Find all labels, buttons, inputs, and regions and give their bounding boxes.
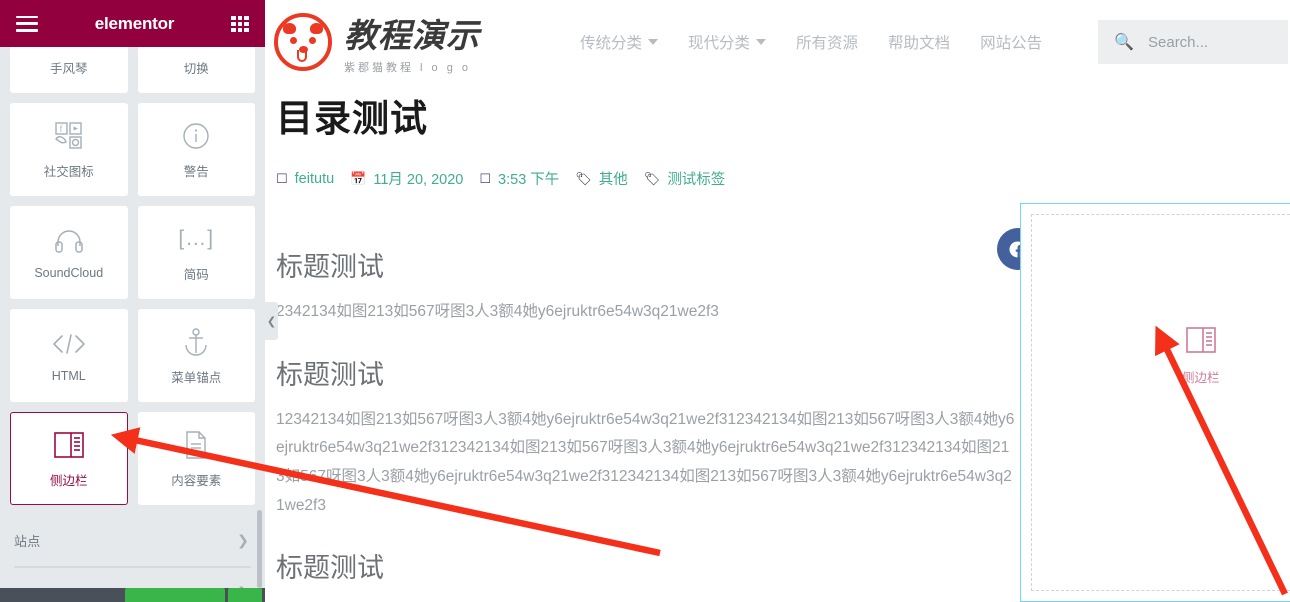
site-preview-frame: 教程演示 紫郡猫教程 l o g o 传统分类 现代分类 所有资源 帮助文档 网…: [270, 0, 1290, 602]
widget-label: 菜单锚点: [171, 370, 222, 385]
panel-scrollbar[interactable]: [257, 510, 262, 588]
panel-collapse-toggle[interactable]: ❮: [265, 302, 278, 340]
meta-tag-value: 测试标签: [667, 172, 726, 188]
widget-card-accordion[interactable]: 手风琴: [10, 47, 128, 93]
nav-item-3[interactable]: 帮助文档: [888, 31, 950, 53]
meta-time-value: 3:53 下午: [498, 172, 560, 188]
meta-date: 📅 11月 20, 2020: [350, 168, 463, 189]
search-icon: 🔍: [1114, 34, 1134, 51]
widget-label: 内容要素: [171, 473, 222, 488]
category-label: 站点: [14, 534, 41, 549]
tag-icon: 🏷: [575, 170, 592, 186]
category-row-site[interactable]: 站点 ❯: [0, 515, 265, 566]
sidebar-icon: [53, 429, 84, 461]
site-header: 教程演示 紫郡猫教程 l o g o 传统分类 现代分类 所有资源 帮助文档 网…: [270, 0, 1290, 84]
meta-author[interactable]: ☐ feitutu: [276, 171, 334, 187]
panel-footer-bar: [0, 588, 265, 602]
widget-card-sidebar[interactable]: 侧边栏: [10, 412, 128, 505]
widgets-grid-icon[interactable]: [231, 15, 249, 32]
widget-label: 社交图标: [43, 164, 94, 179]
nav-item-4[interactable]: 网站公告: [980, 31, 1042, 53]
category-row-wordpress[interactable]: WORDPRESS ❯: [0, 568, 265, 588]
drag-ghost-label: 侧边栏: [1182, 371, 1220, 385]
user-icon: ☐: [276, 170, 288, 186]
publish-options-button[interactable]: [228, 588, 262, 602]
site-brand[interactable]: 教程演示 紫郡猫教程 l o g o: [274, 9, 480, 75]
site-subtitle: 紫郡猫教程 l o g o: [344, 62, 472, 74]
drag-ghost-sidebar-widget: 侧边栏: [1182, 327, 1220, 386]
panda-logo-icon: [274, 13, 332, 71]
nav-item-2[interactable]: 所有资源: [796, 31, 858, 53]
chevron-left-icon: ❮: [266, 315, 277, 328]
drop-placeholder-area[interactable]: 侧边栏: [1031, 214, 1290, 591]
widget-label: SoundCloud: [34, 266, 104, 280]
alert-icon: [182, 120, 210, 152]
panel-categories: 站点 ❯ WORDPRESS ❯: [0, 515, 265, 588]
widget-label: HTML: [51, 369, 86, 383]
calendar-icon: 📅: [350, 170, 367, 186]
nav-label-4: 网站公告: [980, 35, 1043, 52]
widget-card-html[interactable]: HTML: [10, 309, 128, 402]
meta-time: ☐ 3:53 下午: [479, 168, 559, 189]
meta-tag[interactable]: 🏷 测试标签: [644, 168, 726, 189]
widget-label: 侧边栏: [49, 473, 88, 488]
chevron-down-icon: [648, 39, 659, 45]
nav-label-1: 现代分类: [688, 35, 751, 52]
meta-date-value: 11月 20, 2020: [373, 172, 464, 188]
search-box[interactable]: 🔍 Search...: [1098, 20, 1289, 64]
widget-card-content-element[interactable]: 内容要素: [137, 412, 255, 505]
widget-label: 简码: [183, 267, 209, 282]
publish-button[interactable]: [125, 588, 225, 602]
widgets-scroll-area[interactable]: 手风琴 切换 f 社交图标 警告 SoundCloud […] 简码 HTML …: [0, 47, 265, 588]
section-body-1: 12342134如图213如567呀图3人3额4她y6ejruktr6e54w3…: [276, 410, 1015, 514]
elementor-panel: elementor 手风琴 切换 f 社交图标 警告 SoundCloud [……: [0, 0, 265, 602]
widget-card-toggle[interactable]: 切换: [137, 47, 255, 93]
widget-label: 警告: [183, 164, 209, 179]
widget-card-social-icons[interactable]: f 社交图标: [10, 103, 128, 196]
widget-card-alert[interactable]: 警告: [137, 103, 255, 196]
meta-category[interactable]: 🏷 其他: [575, 168, 628, 189]
code-icon: [52, 328, 86, 360]
nav-label-2: 所有资源: [796, 35, 859, 52]
page-title: 目录测试: [276, 98, 428, 139]
headphones-icon: [54, 225, 84, 257]
site-title: 教程演示: [344, 17, 480, 54]
nav-label-0: 传统分类: [580, 35, 643, 52]
document-icon: [184, 429, 208, 461]
widget-card-menu-anchor[interactable]: 菜单锚点: [137, 309, 255, 402]
elementor-editor-screen: 教程演示 紫郡猫教程 l o g o 传统分类 现代分类 所有资源 帮助文档 网…: [0, 0, 1290, 602]
toggle-icon: [181, 47, 211, 49]
meta-author-value: feitutu: [294, 170, 335, 187]
post-meta: ☐ feitutu 📅 11月 20, 2020 ☐ 3:53 下午 🏷 其他 …: [276, 168, 1290, 189]
svg-text:f: f: [59, 123, 62, 133]
chevron-right-icon: ❯: [237, 532, 249, 548]
shortcode-icon: […]: [178, 226, 215, 250]
elementor-logo-text: elementor: [94, 13, 175, 33]
nav-label-3: 帮助文档: [888, 35, 951, 52]
section-body-0: 2342134如图213如567呀图3人3额4她y6ejruktr6e54w3q…: [276, 303, 719, 320]
widget-card-soundcloud[interactable]: SoundCloud: [10, 206, 128, 299]
widgets-grid: 手风琴 切换 f 社交图标 警告 SoundCloud […] 简码 HTML …: [0, 47, 265, 505]
meta-category-value: 其他: [598, 172, 628, 188]
site-nav: 传统分类 现代分类 所有资源 帮助文档 网站公告 🔍 Search...: [580, 20, 1289, 64]
accordion-icon: [54, 47, 84, 49]
hamburger-icon[interactable]: [16, 15, 38, 32]
chevron-down-icon: [756, 39, 767, 45]
clock-icon: ☐: [479, 170, 492, 186]
widget-label: 切换: [183, 61, 209, 76]
sidebar-drop-column[interactable]: 侧边栏: [1020, 203, 1290, 602]
search-placeholder: Search...: [1148, 33, 1209, 51]
nav-item-1[interactable]: 现代分类: [688, 31, 767, 53]
widget-card-shortcode[interactable]: […] 简码: [137, 206, 255, 299]
tag-icon: 🏷: [643, 170, 661, 186]
widget-label: 手风琴: [49, 61, 88, 76]
panel-header: elementor: [0, 0, 265, 47]
social-icons-icon: f: [54, 120, 84, 152]
sidebar-icon: [1185, 327, 1216, 358]
anchor-icon: [183, 326, 209, 358]
nav-item-0[interactable]: 传统分类: [580, 31, 659, 53]
